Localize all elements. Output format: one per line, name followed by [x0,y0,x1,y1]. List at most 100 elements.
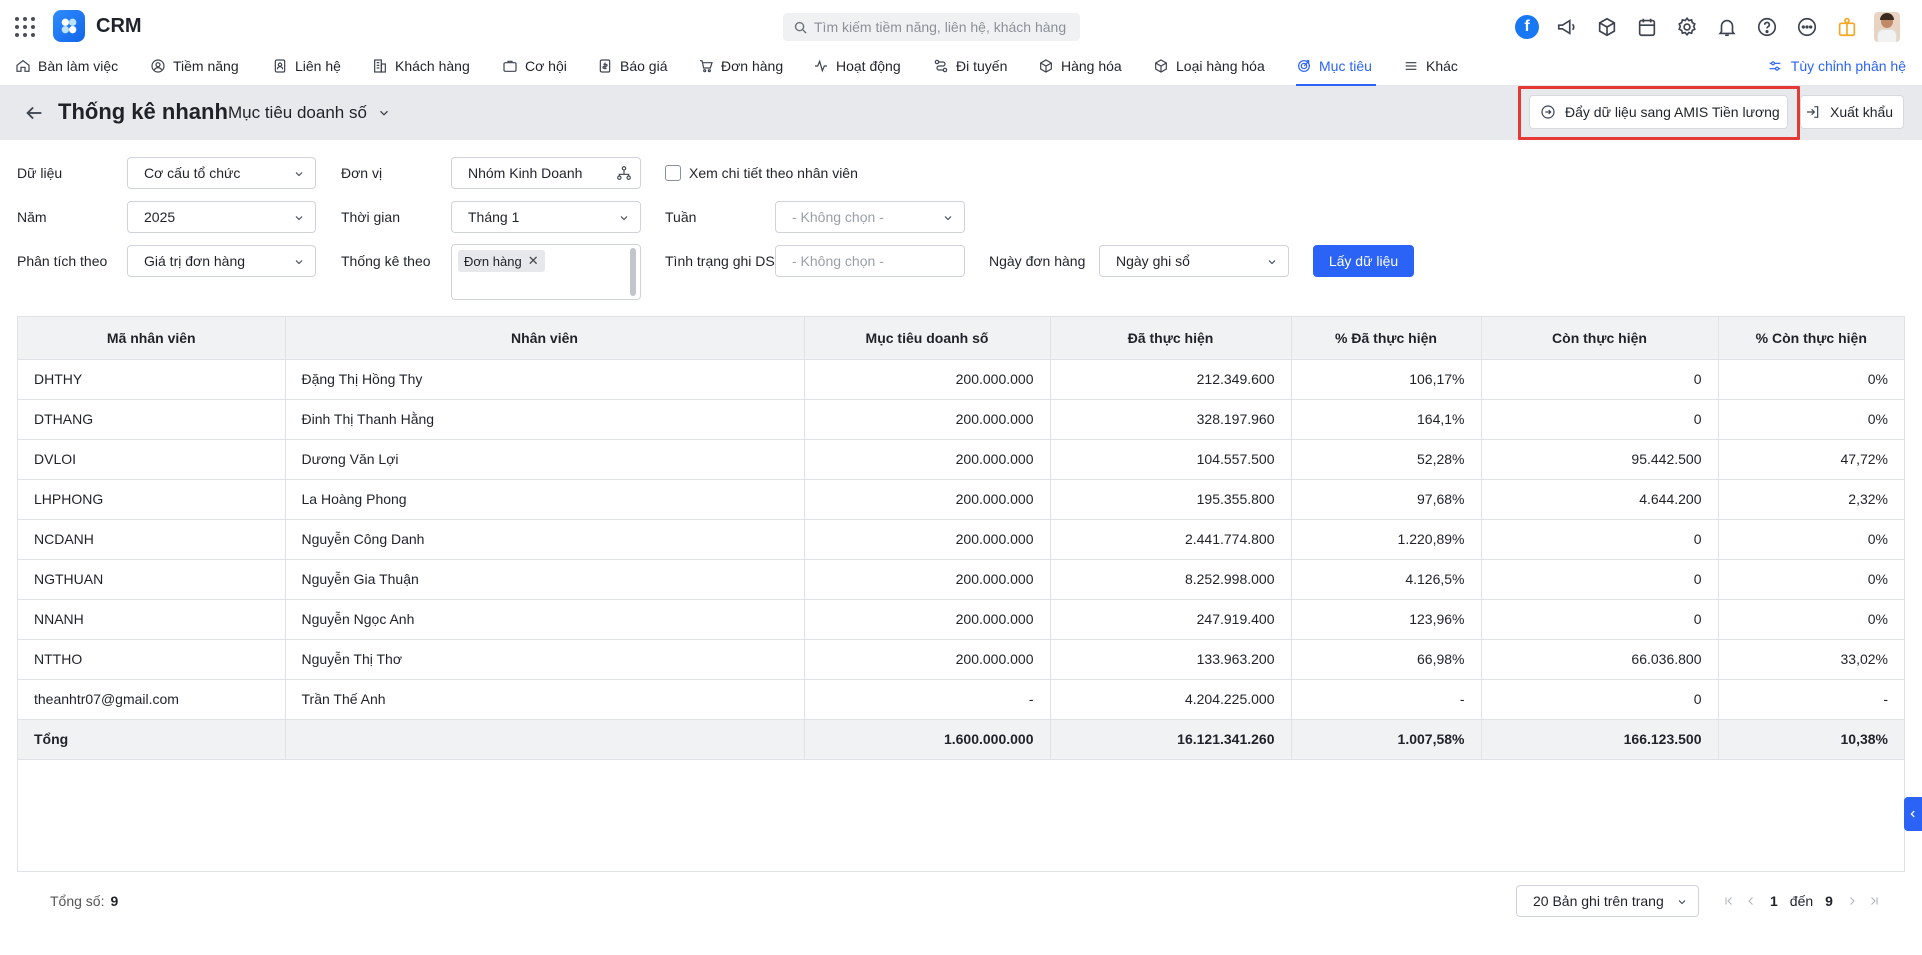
table-row[interactable]: NGTHUAN Nguyễn Gia Thuận 200.000.000 8.252.… [18,559,1904,600]
data-select-value: Cơ cấu tổ chức [144,165,241,181]
employee-name-cell: Đặng Thị Hồng Thy [285,359,805,400]
remaining-percent-cell: 0% [1718,599,1904,640]
report-selector[interactable]: Mục tiêu doanh số [228,103,391,123]
achieved-percent-cell: 52,28% [1291,439,1482,480]
get-data-button[interactable]: Lấy dữ liệu [1313,245,1414,277]
chevron-down-icon [295,216,303,221]
package-search-icon[interactable] [1594,14,1620,40]
side-panel-toggle[interactable] [1904,797,1922,831]
achieved-cell: 247.919.400 [1050,599,1292,640]
table-row[interactable]: LHPHONG La Hoàng Phong 200.000.000 195.355.… [18,479,1904,520]
scrollbar[interactable] [630,248,636,296]
top-icon-bar: f [1514,12,1900,42]
push-to-payroll-button[interactable]: Đẩy dữ liệu sang AMIS Tiền lương [1529,95,1788,129]
detail-by-employee-checkbox[interactable] [665,165,681,181]
table-total-row[interactable]: Tổng 1.600.000.000 16.121.341.260 1.007,58%… [18,719,1904,760]
table-row[interactable]: theanhtr07@gmail.com Trần Thế Anh -4.204.2… [18,679,1904,720]
column-header[interactable]: Đã thực hiện [1050,317,1292,360]
data-select[interactable]: Cơ cấu tổ chức [127,157,316,189]
employee-name-cell: Dương Văn Lợi [285,439,805,480]
nav-item-targets[interactable]: Mục tiêu [1296,52,1376,86]
column-header[interactable]: Mã nhân viên [18,317,286,360]
nav-label: Khác [1426,58,1458,74]
target-cell: 200.000.000 [804,359,1051,400]
first-page-icon[interactable] [1718,891,1740,911]
table-row[interactable]: NCDANH Nguyễn Công Danh 200.000.000 2.441.7… [18,519,1904,560]
column-header[interactable]: % Đã thực hiện [1291,317,1482,360]
nav-item-opportunities[interactable]: Cơ hội [502,52,567,86]
year-select[interactable]: 2025 [127,201,316,233]
nav-item-routes[interactable]: Đi tuyến [933,52,1007,86]
remaining-cell: 0 [1481,679,1719,720]
rewards-icon[interactable] [1834,14,1860,40]
nav-item-products[interactable]: Hàng hóa [1038,52,1122,86]
bell-icon[interactable] [1714,14,1740,40]
achieved-percent-cell: 1.007,58% [1291,719,1482,760]
achieved-percent-cell: 97,68% [1291,479,1482,520]
pagination: 1 đến 9 [1718,891,1885,911]
nav-item-leads[interactable]: Tiềm năng [150,52,239,86]
user-avatar[interactable] [1874,12,1900,42]
status-input[interactable]: - Không chọn - [775,245,965,277]
remove-chip-icon[interactable]: ✕ [528,253,539,269]
crm-logo-icon[interactable] [53,10,85,42]
remaining-cell: 0 [1481,359,1719,400]
column-header[interactable]: % Còn thực hiện [1718,317,1904,360]
remaining-cell: 0 [1481,399,1719,440]
data-filter-label: Dữ liệu [17,165,63,181]
column-header[interactable]: Mục tiêu doanh số [804,317,1051,360]
unit-select[interactable]: Nhóm Kinh Doanh [451,157,641,189]
gear-icon[interactable] [1674,14,1700,40]
table-row[interactable]: NNANH Nguyễn Ngọc Anh 200.000.000 247.919.4… [18,599,1904,640]
table-row[interactable]: DVLOI Dương Văn Lợi 200.000.000 104.557.500… [18,439,1904,480]
facebook-icon[interactable]: f [1514,14,1540,40]
chevron-down-icon [379,110,388,116]
customize-modules-link[interactable]: Tùy chỉnh phân hệ [1767,58,1906,74]
stat-by-multiselect[interactable]: Đơn hàng ✕ [451,244,641,300]
prev-page-icon[interactable] [1740,891,1762,911]
order-date-select[interactable]: Ngày ghi sổ [1099,245,1289,277]
column-header[interactable]: Nhân viên [285,317,805,360]
stat-chip-label: Đơn hàng [464,253,522,269]
calendar-icon[interactable] [1634,14,1660,40]
nav-item-more[interactable]: Khác [1403,52,1458,86]
column-header[interactable]: Còn thực hiện [1481,317,1719,360]
page-from: 1 [1770,893,1778,909]
nav-item-activities[interactable]: Hoạt động [813,52,901,86]
achieved-cell: 195.355.800 [1050,479,1292,520]
nav-item-product-types[interactable]: Loại hàng hóa [1153,52,1265,86]
nav-item-contacts[interactable]: Liên hệ [272,52,341,86]
help-icon[interactable] [1754,14,1780,40]
more-icon[interactable] [1794,14,1820,40]
analyze-by-label: Phân tích theo [17,253,108,269]
page-size-select[interactable]: 20 Bản ghi trên trang [1516,885,1699,917]
remaining-percent-cell: 10,38% [1718,719,1904,760]
table-row[interactable]: DHTHY Đặng Thị Hồng Thy 200.000.000 212.349… [18,359,1904,400]
megaphone-icon[interactable] [1554,14,1580,40]
nav-item-customers[interactable]: Khách hàng [372,52,470,86]
table-row[interactable]: DTHANG Đinh Thị Thanh Hằng 200.000.000 328.… [18,399,1904,440]
unit-filter-label: Đơn vị [341,165,383,181]
analyze-by-select[interactable]: Giá trị đơn hàng [127,245,316,277]
nav-item-orders[interactable]: Đơn hàng [698,52,783,86]
export-button[interactable]: Xuất khẩu [1800,95,1904,129]
search-input[interactable] [814,19,1074,35]
employee-code-cell: NNANH [18,599,286,640]
global-search[interactable] [783,13,1080,41]
back-arrow-icon[interactable] [23,102,45,124]
target-cell: 1.600.000.000 [804,719,1051,760]
achieved-cell: 328.197.960 [1050,399,1292,440]
next-page-icon[interactable] [1841,891,1863,911]
org-tree-icon[interactable] [616,165,632,181]
record-count-value: 9 [110,893,119,909]
nav-item-desk[interactable]: Bàn làm việc [15,52,118,86]
time-select[interactable]: Tháng 1 [451,201,641,233]
employee-code-cell: LHPHONG [18,479,286,520]
last-page-icon[interactable] [1863,891,1885,911]
briefcase-icon [503,60,517,72]
week-select[interactable]: - Không chọn - [775,201,965,233]
app-launcher-icon[interactable] [15,17,35,37]
nav-item-quotes[interactable]: Báo giá [597,52,667,86]
table-row[interactable]: NTTHO Nguyễn Thị Thơ 200.000.000 133.963.20… [18,639,1904,680]
nav-label: Hàng hóa [1061,58,1122,74]
